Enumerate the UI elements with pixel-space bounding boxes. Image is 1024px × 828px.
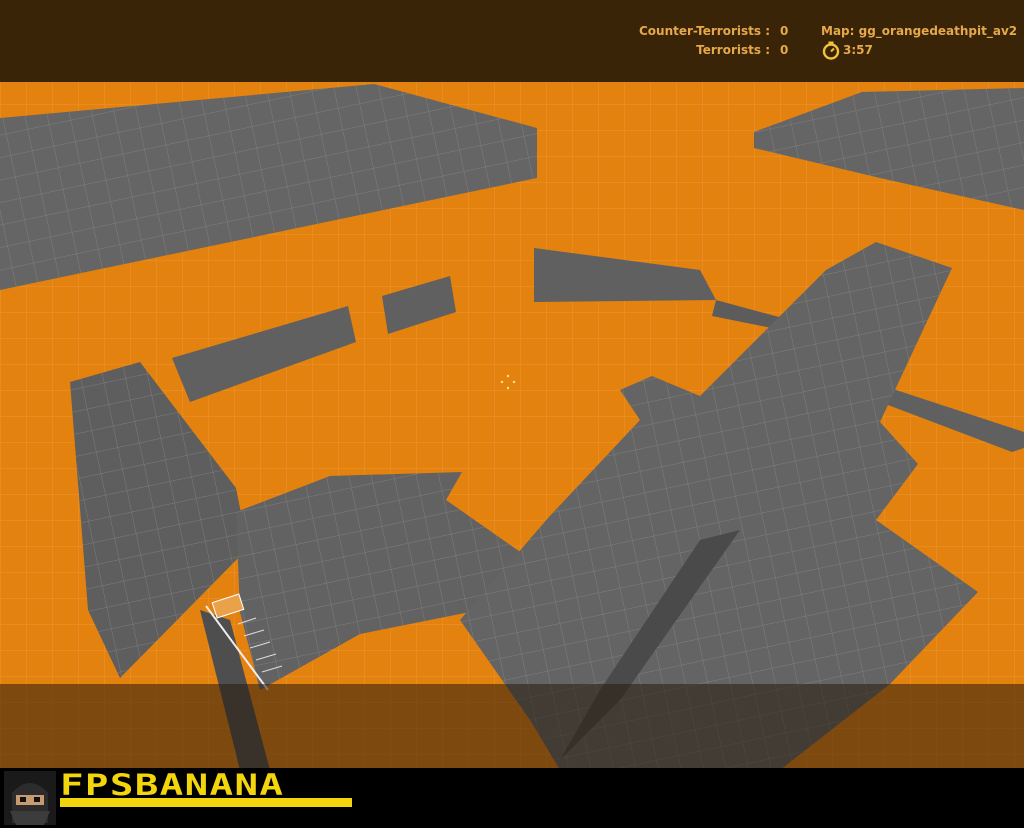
hud-bottom-bar <box>0 684 1024 769</box>
t-score-value: 0 <box>780 43 789 57</box>
t-score-label: Terrorists : <box>696 43 770 57</box>
hud-top-bar <box>0 0 1024 82</box>
logo-underline <box>60 798 352 807</box>
ct-score-value: 0 <box>780 24 789 38</box>
fpsbanana-logo: FPSBANANA <box>60 768 285 802</box>
ninja-avatar-icon <box>4 771 56 825</box>
ct-score-label: Counter-Terrorists : <box>639 24 770 38</box>
stopwatch-icon <box>822 41 840 60</box>
map-name: Map: gg_orangedeathpit_av2 <box>821 24 1018 38</box>
round-timer: 3:57 <box>843 43 873 57</box>
